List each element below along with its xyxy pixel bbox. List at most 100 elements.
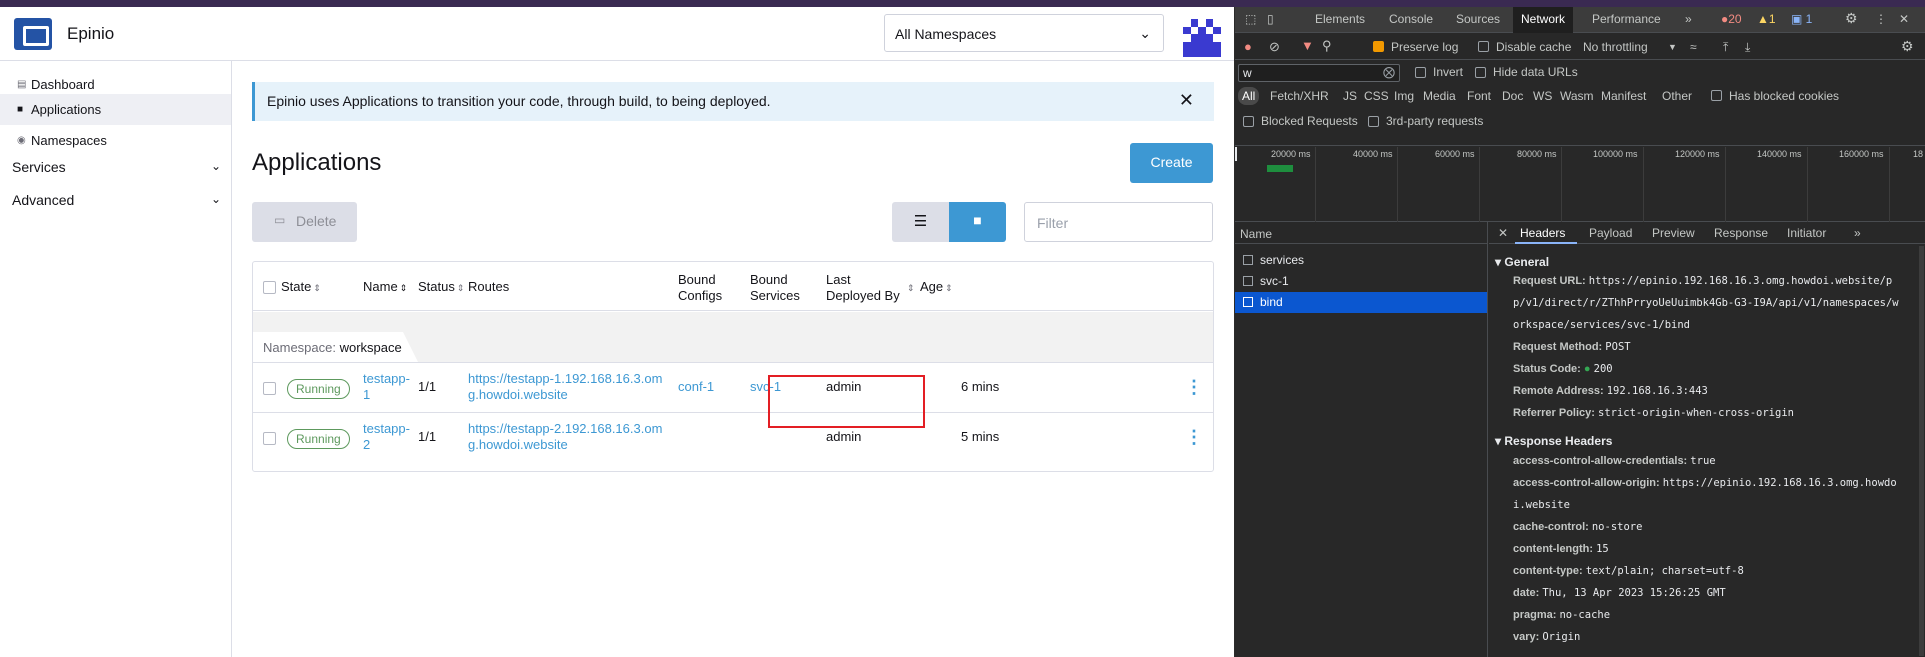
filter-type-ws[interactable]: WS (1533, 89, 1552, 103)
group-view-button[interactable]: ■ (949, 202, 1006, 242)
filter-icon[interactable]: ▼ (1301, 38, 1314, 53)
row-checkbox[interactable] (263, 382, 276, 395)
close-icon[interactable]: ✕ (1179, 90, 1194, 111)
create-button[interactable]: Create (1130, 143, 1213, 183)
warning-count[interactable]: ▲1 (1757, 12, 1776, 26)
timeline-tick: 100000 ms (1593, 149, 1638, 159)
filter-type-other[interactable]: Other (1662, 89, 1692, 103)
export-har-icon[interactable]: ⤓ (1745, 40, 1750, 55)
chevron-down-icon: ⌄ (1139, 25, 1151, 41)
tab-payload[interactable]: Payload (1589, 226, 1632, 240)
sidebar-group-advanced[interactable]: Advanced ⌄ (0, 184, 231, 215)
row-checkbox[interactable] (263, 432, 276, 445)
tab-response[interactable]: Response (1714, 226, 1768, 240)
response-headers-section[interactable]: ▾ Response Headers (1495, 434, 1612, 448)
column-age[interactable]: Age ⇕ (920, 279, 953, 296)
clear-input-icon[interactable]: ⨂ (1383, 65, 1395, 79)
route-link[interactable]: https://testapp-1.192.168.16.3.omg.howdo… (468, 371, 673, 403)
filter-type-fetch-xhr[interactable]: Fetch/XHR (1270, 89, 1329, 103)
timeline-tick: 120000 ms (1675, 149, 1720, 159)
tab-sources[interactable]: Sources (1456, 12, 1500, 26)
details-scrollbar[interactable] (1919, 246, 1924, 656)
header-value: Origin (1542, 631, 1581, 643)
namespace-group-tab: Namespace: workspace (253, 332, 418, 362)
filter-type-media[interactable]: Media (1423, 89, 1456, 103)
response-header: pragma: no-cache (1513, 604, 1903, 626)
general-section[interactable]: ▾ General (1495, 255, 1549, 269)
filter-type-js[interactable]: JS (1343, 89, 1357, 103)
preserve-log-checkbox[interactable] (1373, 41, 1384, 52)
group-value: workspace (339, 340, 402, 355)
app-name-link[interactable]: testapp-1 (363, 371, 413, 403)
close-icon[interactable]: ✕ (1498, 226, 1508, 240)
error-count[interactable]: ●20 (1721, 12, 1742, 26)
list-view-button[interactable]: ☰ (892, 202, 949, 242)
import-har-icon[interactable]: ⤒ (1723, 40, 1728, 55)
name-column-header[interactable]: Name (1235, 222, 1487, 244)
timeline-gridline (1315, 147, 1316, 222)
invert-checkbox[interactable] (1415, 67, 1426, 78)
tab-elements[interactable]: Elements (1315, 12, 1365, 26)
bound-config-link[interactable]: conf-1 (678, 379, 714, 395)
request-row-selected[interactable]: bind (1235, 292, 1487, 313)
tab-headers[interactable]: Headers (1520, 226, 1565, 240)
hide-data-urls-checkbox[interactable] (1475, 67, 1486, 78)
select-all-checkbox[interactable] (263, 281, 276, 294)
throttling-select[interactable]: No throttling (1583, 40, 1648, 54)
more-actions-icon[interactable]: ⋮ (1185, 428, 1203, 446)
has-blocked-cookies-checkbox[interactable] (1711, 90, 1722, 101)
more-actions-icon[interactable]: ⋮ (1185, 378, 1203, 396)
response-header: content-type: text/plain; charset=utf-8 (1513, 560, 1903, 582)
info-count[interactable]: ▣ 1 (1791, 12, 1812, 26)
tab-initiator[interactable]: Initiator (1787, 226, 1826, 240)
app-name-link[interactable]: testapp-2 (363, 421, 413, 453)
filter-type-font[interactable]: Font (1467, 89, 1491, 103)
network-filter-bar: w ⨂ Invert Hide data URLs All Fetch/XHR … (1235, 61, 1925, 146)
route-link[interactable]: https://testapp-2.192.168.16.3.omg.howdo… (468, 421, 673, 453)
column-last-deployed-by[interactable]: Last Deployed By (826, 272, 906, 304)
sidebar-item-applications[interactable]: ■ Applications (0, 94, 231, 125)
sort-icon[interactable]: ⇕ (905, 279, 915, 296)
column-state[interactable]: State ⇕ (281, 279, 321, 296)
more-tabs-icon[interactable]: » (1685, 12, 1692, 26)
filter-type-img[interactable]: Img (1394, 89, 1414, 103)
filter-type-css[interactable]: CSS (1364, 89, 1389, 103)
blocked-requests-checkbox[interactable] (1243, 116, 1254, 127)
filter-type-wasm[interactable]: Wasm (1560, 89, 1594, 103)
clear-icon[interactable]: ⊘ (1269, 39, 1280, 55)
third-party-checkbox[interactable] (1368, 116, 1379, 127)
close-icon[interactable]: ✕ (1899, 12, 1909, 26)
tab-console[interactable]: Console (1389, 12, 1433, 26)
tab-preview[interactable]: Preview (1652, 226, 1695, 240)
namespace-select[interactable]: All Namespaces ⌄ (884, 14, 1164, 52)
filter-input[interactable]: Filter (1024, 202, 1213, 242)
gear-icon[interactable]: ⚙ (1845, 10, 1858, 27)
timeline-tick: 140000 ms (1757, 149, 1802, 159)
filter-type-manifest[interactable]: Manifest (1601, 89, 1646, 103)
epinio-logo-icon[interactable] (14, 18, 52, 50)
more-tabs-icon[interactable]: » (1854, 226, 1861, 240)
device-toolbar-icon[interactable]: ▯ (1267, 12, 1274, 26)
network-filter-input[interactable]: w ⨂ (1238, 64, 1400, 82)
request-row[interactable]: svc-1 (1235, 271, 1487, 292)
delete-button[interactable]: ▭ Delete (252, 202, 357, 242)
sidebar-group-services[interactable]: Services ⌄ (0, 151, 231, 182)
warning-count-value: 1 (1768, 12, 1776, 26)
network-conditions-icon[interactable]: ≈ (1690, 40, 1697, 54)
gear-icon[interactable]: ⚙ (1901, 38, 1914, 55)
network-timeline[interactable]: 20000 ms 40000 ms 60000 ms 80000 ms 1000… (1235, 147, 1925, 222)
column-name[interactable]: Name ⇕ (363, 279, 407, 296)
avatar[interactable] (1183, 19, 1221, 57)
kebab-menu-icon[interactable]: ⋮ (1875, 12, 1887, 26)
tab-network[interactable]: Network (1513, 7, 1574, 33)
record-icon[interactable]: ● (1244, 39, 1252, 54)
inspect-icon[interactable]: ⬚ (1245, 12, 1256, 26)
page-title: Applications (252, 149, 382, 176)
filter-type-doc[interactable]: Doc (1502, 89, 1523, 103)
request-row[interactable]: services (1235, 250, 1487, 271)
tab-performance[interactable]: Performance (1592, 12, 1661, 26)
search-icon[interactable]: ⚲ (1322, 38, 1332, 54)
disable-cache-checkbox[interactable] (1478, 41, 1489, 52)
column-status[interactable]: Status ⇕ (418, 279, 464, 296)
filter-type-all[interactable]: All (1238, 87, 1260, 105)
